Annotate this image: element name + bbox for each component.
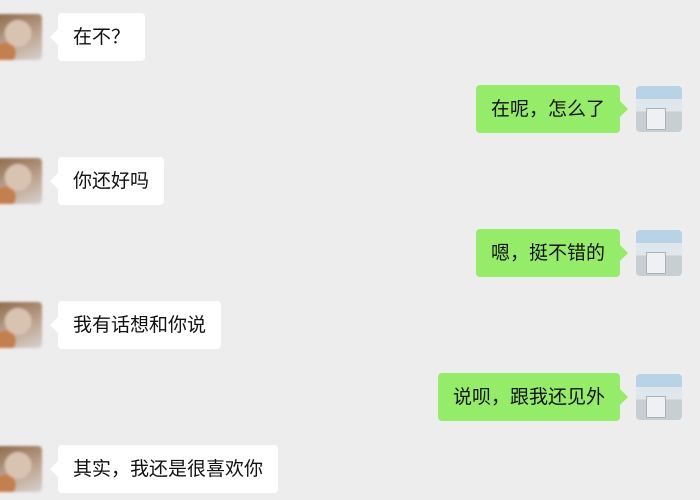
incoming-avatar-icon[interactable] (0, 446, 42, 492)
incoming-message-bubble[interactable]: 我有话想和你说 (49, 301, 222, 349)
outgoing-avatar-icon[interactable] (636, 374, 682, 420)
incoming-avatar-icon[interactable] (0, 14, 42, 60)
message-row-outgoing: 嗯，挺不错的 (0, 224, 700, 284)
outgoing-message-bubble[interactable]: 说呗，跟我还见外 (437, 373, 629, 421)
incoming-message-bubble[interactable]: 在不？ (49, 13, 146, 61)
outgoing-message-bubble[interactable]: 在呢，怎么了 (475, 85, 629, 133)
incoming-avatar-icon[interactable] (0, 158, 42, 204)
incoming-message-bubble[interactable]: 你还好吗 (49, 157, 165, 205)
outgoing-avatar-icon[interactable] (636, 86, 682, 132)
message-row-incoming: 其实，我还是很喜欢你 (0, 440, 700, 500)
message-row-outgoing: 说呗，跟我还见外 (0, 368, 700, 428)
message-row-incoming: 我有话想和你说 (0, 296, 700, 356)
message-row-outgoing: 在呢，怎么了 (0, 80, 700, 140)
outgoing-message-bubble[interactable]: 嗯，挺不错的 (475, 229, 629, 277)
outgoing-avatar-icon[interactable] (636, 230, 682, 276)
message-row-incoming: 在不？ (0, 8, 700, 68)
message-row-incoming: 你还好吗 (0, 152, 700, 212)
incoming-message-bubble[interactable]: 其实，我还是很喜欢你 (49, 445, 279, 493)
incoming-avatar-icon[interactable] (0, 302, 42, 348)
chat-history: 在不？ 在呢，怎么了 你还好吗 嗯，挺不错的 我有话想和你说 说呗，跟我还见外 … (0, 0, 700, 500)
